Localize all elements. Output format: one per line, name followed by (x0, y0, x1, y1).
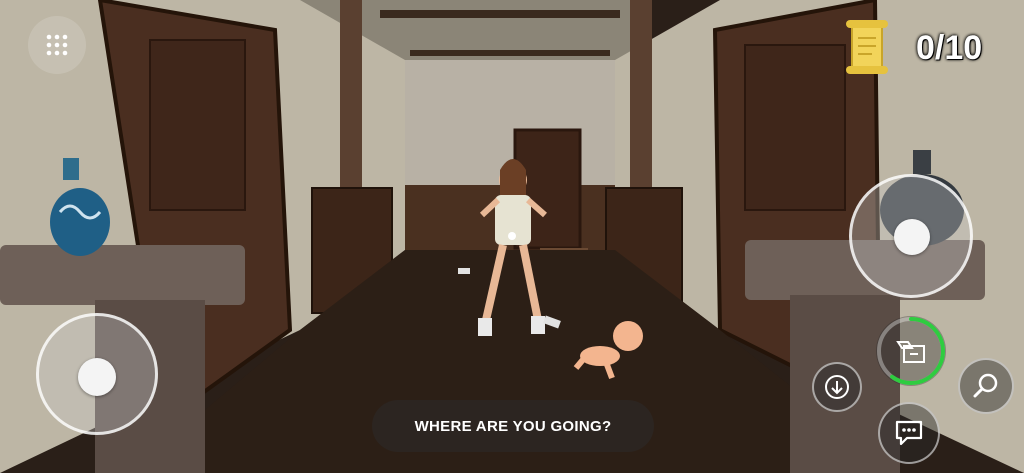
note-counter: 0/10 (916, 29, 983, 67)
left-pedestal-top (0, 245, 245, 305)
dialog-subtitle: WHERE ARE YOU GOING? (372, 400, 654, 452)
camera-joystick[interactable] (849, 174, 973, 298)
chat-button[interactable] (878, 402, 940, 464)
magnifier-icon (973, 373, 998, 398)
movement-joystick[interactable] (36, 313, 158, 435)
dialog-text: WHERE ARE YOU GOING? (414, 417, 612, 435)
paper-note (458, 268, 470, 274)
search-button[interactable] (958, 358, 1014, 414)
pillar (630, 0, 652, 190)
hide-button[interactable] (876, 316, 946, 386)
movement-joystick-knob[interactable] (78, 358, 116, 396)
left-door-panel (149, 39, 246, 211)
hide-in-box-icon (896, 341, 925, 363)
pillar (340, 0, 362, 190)
crosshair (508, 232, 516, 240)
camera-joystick-knob[interactable] (894, 219, 930, 255)
ceiling-beam (410, 50, 610, 56)
crouch-button[interactable] (812, 362, 862, 412)
scroll-icon (846, 20, 888, 74)
menu-button[interactable] (28, 16, 86, 74)
speech-bubble-icon (895, 420, 923, 446)
notes-button[interactable] (842, 18, 892, 76)
ceiling-beam (380, 10, 620, 18)
right-door-panel (744, 44, 846, 211)
arrow-down-icon (825, 375, 849, 399)
grid-dots-icon (46, 34, 68, 56)
